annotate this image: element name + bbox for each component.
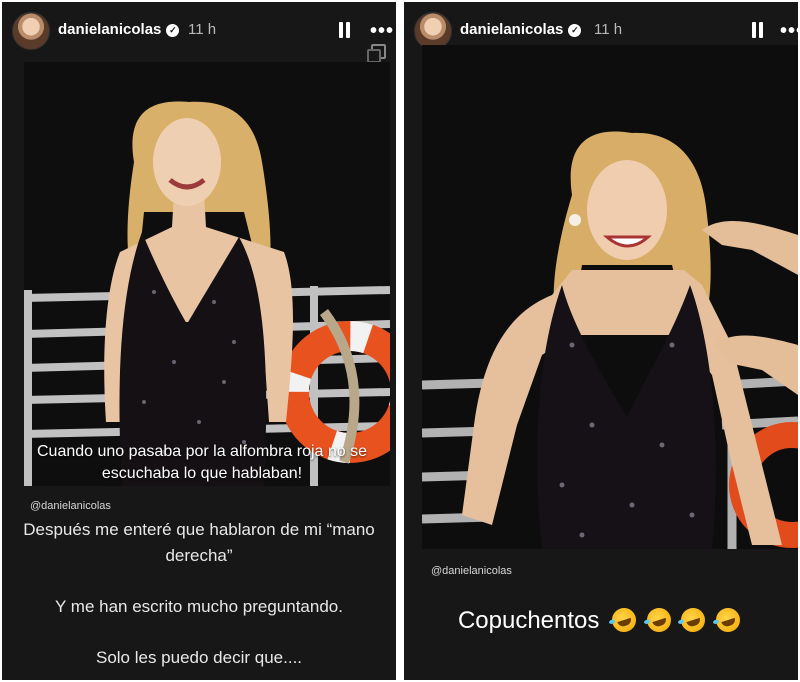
- story-text-line: Después me enteré que hablaron de mi “ma…: [23, 520, 375, 539]
- story-header: danielanicolas ✓ 11 h •••: [2, 8, 396, 52]
- story-text-line: Solo les puedo decir que....: [95, 648, 303, 667]
- mention-tag[interactable]: @danielanicolas: [431, 565, 512, 577]
- photo-caption: Cuando uno pasaba por la alfombra roja n…: [32, 441, 372, 485]
- more-options-icon[interactable]: •••: [780, 20, 798, 43]
- story-text-line: derecha”: [165, 546, 233, 565]
- story-photo: [24, 62, 390, 486]
- pause-icon[interactable]: [337, 22, 351, 38]
- caption-line: Cuando uno pasaba por la alfombra roja n…: [37, 443, 367, 460]
- username: danielanicolas: [58, 21, 162, 38]
- avatar[interactable]: [12, 12, 50, 50]
- caption-line: escuchaba lo que hablaban!: [101, 465, 303, 482]
- story-photo: [422, 45, 798, 549]
- more-options-icon[interactable]: •••: [370, 20, 394, 43]
- post-time: 11 h: [188, 21, 217, 38]
- pause-icon[interactable]: [750, 22, 764, 38]
- username-link[interactable]: danielanicolas ✓: [460, 21, 582, 38]
- rolling-on-floor-laughing-icon: [678, 604, 709, 636]
- rolling-on-floor-laughing-icon: [712, 604, 744, 636]
- story-big-text: Copuchentos: [457, 607, 600, 634]
- story-text-line: Y me han escrito mucho preguntando.: [55, 597, 343, 616]
- rolling-on-floor-laughing-icon: [643, 604, 674, 636]
- verified-badge-icon: ✓: [568, 24, 582, 37]
- username: danielanicolas: [460, 21, 564, 38]
- photo-woman-on-deck: [24, 62, 390, 486]
- story-big-text-row: Copuchentos: [404, 604, 798, 639]
- username-link[interactable]: danielanicolas ✓: [58, 21, 180, 38]
- stacked-media-icon: [367, 44, 386, 63]
- story-panel-right: danielanicolas ✓ 11 h •••: [404, 2, 798, 680]
- rolling-on-floor-laughing-icon: [608, 604, 640, 636]
- post-time: 11 h: [594, 21, 623, 38]
- emoji-row: [608, 604, 744, 639]
- photo-woman-laughing: [422, 45, 798, 549]
- verified-badge-icon: ✓: [166, 24, 180, 37]
- mention-tag[interactable]: @danielanicolas: [30, 500, 111, 512]
- story-panel-left: danielanicolas ✓ 11 h ••• Cuando uno pas…: [2, 2, 396, 680]
